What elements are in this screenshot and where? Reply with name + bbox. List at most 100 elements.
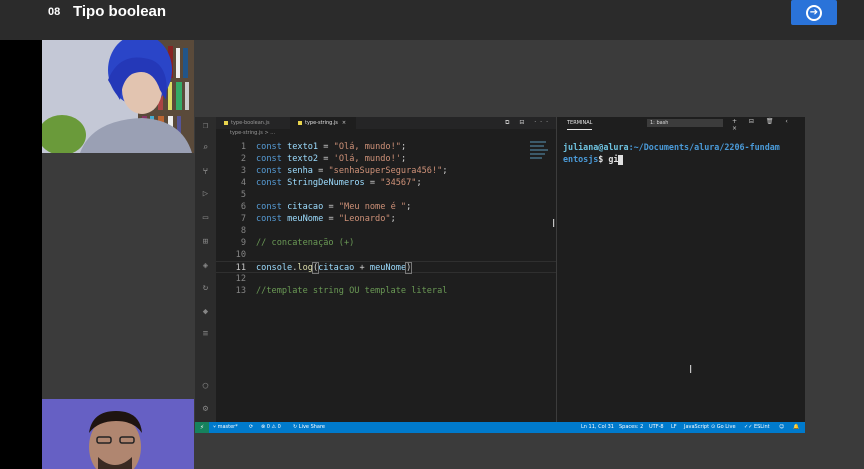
second-instructor-video-frame	[42, 399, 194, 469]
video-lesson-page: 08 Tipo boolean ➔ ❐ ⌕ ⑂ ▷ ▭ ⊞ ◈ ↻ ◆ ≡ ◯ …	[0, 0, 864, 469]
code-text: const senha = "senhaSuperSegura456!";	[256, 166, 448, 176]
line-number: 4	[240, 178, 246, 188]
database-icon[interactable]: ≡	[200, 329, 211, 340]
arrow-right-circle-icon: ➔	[806, 4, 822, 21]
encoding[interactable]: UTF-8	[649, 422, 664, 433]
code-line: 7 const meuNome = "Leonardo";	[216, 213, 556, 225]
docker-icon[interactable]: ◆	[200, 307, 211, 318]
breadcrumb[interactable]: type-string.js > ...	[216, 130, 275, 140]
second-instructor-webcam	[42, 399, 194, 469]
tab-label: type-boolean.js	[231, 120, 270, 126]
package-icon[interactable]: ◈	[200, 261, 211, 272]
branch-name: master*	[217, 424, 238, 430]
code-line: 12	[216, 273, 556, 285]
code-line: 13 //template string OU template literal	[216, 285, 556, 297]
code-line-current: 11 console.log(citacao + meuNome)	[216, 261, 556, 274]
instructor-webcam	[42, 40, 194, 153]
panel-divider[interactable]	[556, 117, 557, 422]
instructor-video-frame	[42, 40, 194, 153]
source-control-icon[interactable]: ⑂	[200, 167, 211, 178]
search-icon[interactable]: ⌕	[200, 143, 211, 154]
terminal-cursor	[618, 154, 624, 165]
tab-type-boolean[interactable]: type-boolean.js	[216, 117, 288, 129]
account-icon[interactable]: ◯	[200, 381, 211, 392]
terminal-actions[interactable]: + ⊟ 🗑 ‹ ×	[732, 118, 805, 132]
code-text: const meuNome = "Leonardo";	[256, 214, 396, 224]
line-number: 2	[240, 154, 246, 164]
extensions-icon[interactable]: ⊞	[200, 237, 211, 248]
prompt-user: juliana@alura	[563, 142, 629, 152]
terminal-tab[interactable]: TERMINAL	[567, 117, 593, 130]
eslint-label: ESLint	[753, 424, 770, 430]
feedback-icon[interactable]: ☺	[779, 422, 784, 433]
remote-explorer-icon[interactable]: ▭	[200, 213, 211, 224]
code-text: const texto1 = "Olá, mundo!";	[256, 142, 407, 152]
live-share-label: Live Share	[298, 424, 326, 430]
editor-tabs: type-boolean.js type-string.js × ⧉ ⊟ ···	[216, 117, 556, 129]
line-number: 3	[240, 166, 246, 176]
mouse-ibeam-icon: I	[689, 363, 693, 376]
branch-status[interactable]: ⑂ master*	[213, 422, 238, 433]
mouse-ibeam-icon: I	[552, 217, 556, 230]
code-line: 8	[216, 225, 556, 237]
code-line: 2 const texto2 = 'Olá, mundo!';	[216, 153, 556, 165]
prompt-path: :~/Documents/alura/2206-fundam	[628, 142, 780, 152]
problems-status[interactable]: ⊗ 0 ⚠ 0	[261, 422, 281, 433]
vscode-window: ❐ ⌕ ⑂ ▷ ▭ ⊞ ◈ ↻ ◆ ≡ ◯ ⚙ type-boolean.js …	[195, 117, 805, 433]
live-share-icon[interactable]: ↻	[200, 283, 211, 294]
code-line: 4 const StringDeNumeros = "34567";	[216, 177, 556, 189]
editor-actions[interactable]: ⧉ ⊟ ···	[505, 119, 552, 127]
code-line: 5	[216, 189, 556, 201]
line-number: 12	[235, 274, 246, 284]
notifications-icon[interactable]: 🔔	[793, 422, 799, 433]
video-left-letterbox	[0, 40, 42, 469]
line-number: 6	[240, 202, 246, 212]
line-number: 13	[235, 286, 246, 296]
code-editor[interactable]: 1 const texto1 = "Olá, mundo!"; 2 const te…	[216, 141, 556, 422]
tab-label: type-string.js	[305, 120, 338, 126]
sync-icon[interactable]: ⟳	[249, 422, 253, 433]
live-share-status[interactable]: ↻ Live Share	[293, 422, 325, 433]
code-line: 6 const citacao = "Meu nome é ";	[216, 201, 556, 213]
end-of-line[interactable]: LF	[671, 422, 677, 433]
code-line: 9 // concatenação (+)	[216, 237, 556, 249]
language-mode[interactable]: JavaScript	[684, 422, 709, 433]
code-text: const citacao = "Meu nome é ";	[256, 202, 412, 212]
go-live-button[interactable]: ⊙ Go Live	[711, 422, 736, 433]
lesson-title: Tipo boolean	[73, 3, 167, 20]
prompt-path-cont: entosjs	[563, 154, 599, 164]
status-bar: ⚡ ⑂ master* ⟳ ⊗ 0 ⚠ 0 ↻ Live Share Ln 11…	[195, 422, 805, 433]
run-debug-icon[interactable]: ▷	[200, 189, 211, 200]
eslint-status[interactable]: ✓✓ ESLint	[744, 422, 770, 433]
lesson-number: 08	[48, 6, 61, 18]
code-text: const StringDeNumeros = "34567";	[256, 178, 422, 188]
terminal-header: TERMINAL 1: bash + ⊟ 🗑 ‹ ×	[557, 117, 805, 132]
line-number: 5	[240, 190, 246, 200]
indentation[interactable]: Spaces: 2	[619, 422, 643, 433]
code-text: const texto2 = 'Olá, mundo!';	[256, 154, 407, 164]
line-number: 10	[235, 250, 246, 260]
shell-select[interactable]: 1: bash	[647, 119, 723, 127]
code-comment: // concatenação (+)	[256, 238, 355, 248]
close-tab-icon[interactable]: ×	[342, 120, 346, 126]
terminal-output[interactable]: juliana@alura:~/Documents/alura/2206-fun…	[563, 141, 803, 165]
prompt-command: $ gi	[598, 154, 619, 164]
minimap[interactable]	[530, 141, 550, 181]
remote-icon[interactable]: ⚡	[195, 422, 209, 433]
line-number: 7	[240, 214, 246, 224]
js-file-icon	[298, 120, 302, 125]
line-number: 9	[240, 238, 246, 248]
tab-type-string[interactable]: type-string.js ×	[290, 117, 356, 129]
line-number: 1	[240, 142, 246, 152]
code-line: 10	[216, 249, 556, 261]
next-lesson-button[interactable]: ➔	[791, 0, 837, 25]
code-line: 3 const senha = "senhaSuperSegura456!";	[216, 165, 556, 177]
settings-gear-icon[interactable]: ⚙	[200, 404, 211, 415]
lesson-header: 08 Tipo boolean ➔	[0, 0, 864, 40]
code-line: 1 const texto1 = "Olá, mundo!";	[216, 141, 556, 153]
code-comment: //template string OU template literal	[256, 286, 448, 296]
explorer-icon[interactable]: ❐	[200, 121, 211, 132]
activity-bar: ❐ ⌕ ⑂ ▷ ▭ ⊞ ◈ ↻ ◆ ≡ ◯ ⚙	[195, 117, 216, 422]
line-number: 8	[240, 226, 246, 236]
cursor-position[interactable]: Ln 11, Col 31	[581, 422, 614, 433]
